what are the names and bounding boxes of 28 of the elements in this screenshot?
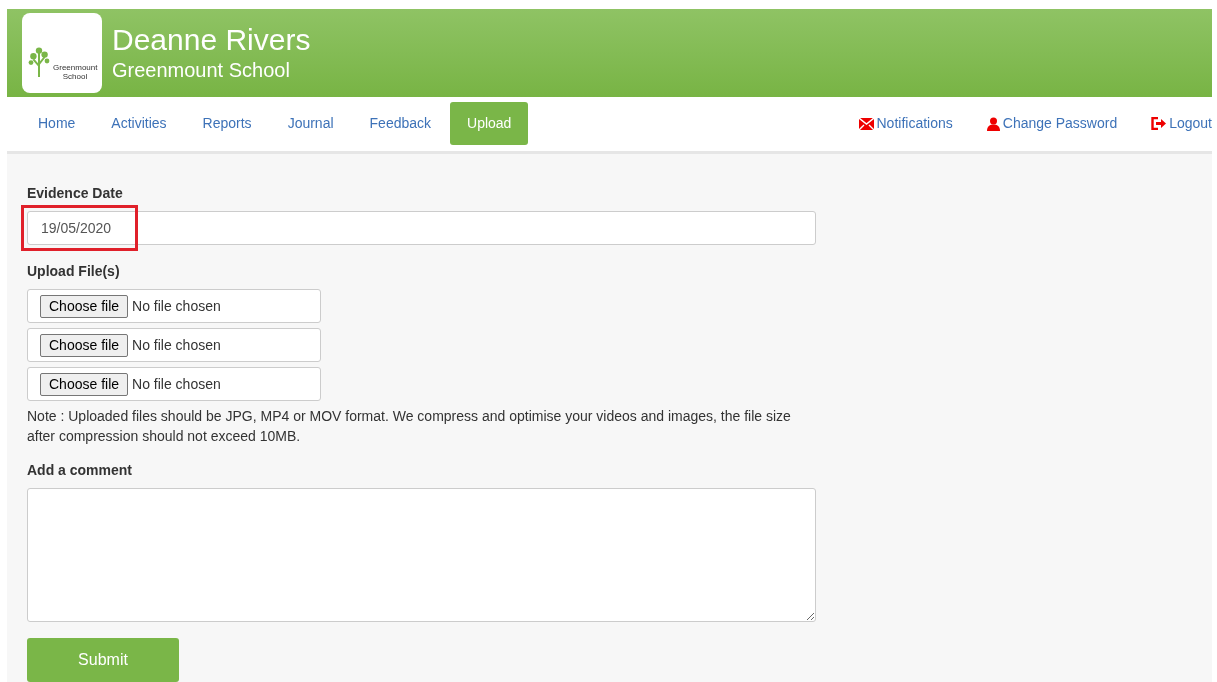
nav-tab[interactable]: Home [21,102,93,146]
choose-file-button[interactable]: Choose file [40,333,129,357]
nav-tab[interactable]: Reports [185,102,269,146]
file-status: No file chosen [132,296,221,316]
upload-note: Note : Uploaded files should be JPG, MP4 or MOV format. We compress and optimise your videos and images, the file size after compression should not exceed 10MB. [27,407,792,446]
file-input[interactable]: Choose file No file chosen [27,328,321,362]
nav-tab[interactable]: Feedback [352,102,449,146]
file-input[interactable]: Choose file No file chosen [27,367,321,401]
envelope-icon [858,117,874,130]
student-name: Deanne Rivers [112,22,311,57]
logout-icon [1151,117,1167,131]
nav-tab[interactable]: Journal [270,102,351,146]
nav-link[interactable]: Notifications [858,113,953,135]
file-status: No file chosen [132,335,221,355]
date-field[interactable]: 19/05/2020 [27,211,816,245]
logo-text: Greenmount School [53,62,97,81]
school-name: Greenmount School [112,57,291,83]
choose-file-button[interactable]: Choose file [40,372,129,396]
field-label: Add a comment [27,461,133,480]
nav-link[interactable]: Logout [1151,113,1212,135]
file-input[interactable]: Choose file No file chosen [27,289,321,323]
nav-link[interactable]: Change Password [986,113,1118,135]
field-label: Upload File(s) [27,262,121,281]
field-label: Evidence Date [27,184,124,203]
file-status: No file chosen [132,374,221,394]
user-icon [986,116,1000,131]
nav-tab[interactable]: Activities [94,102,184,146]
choose-file-button[interactable]: Choose file [40,294,129,318]
